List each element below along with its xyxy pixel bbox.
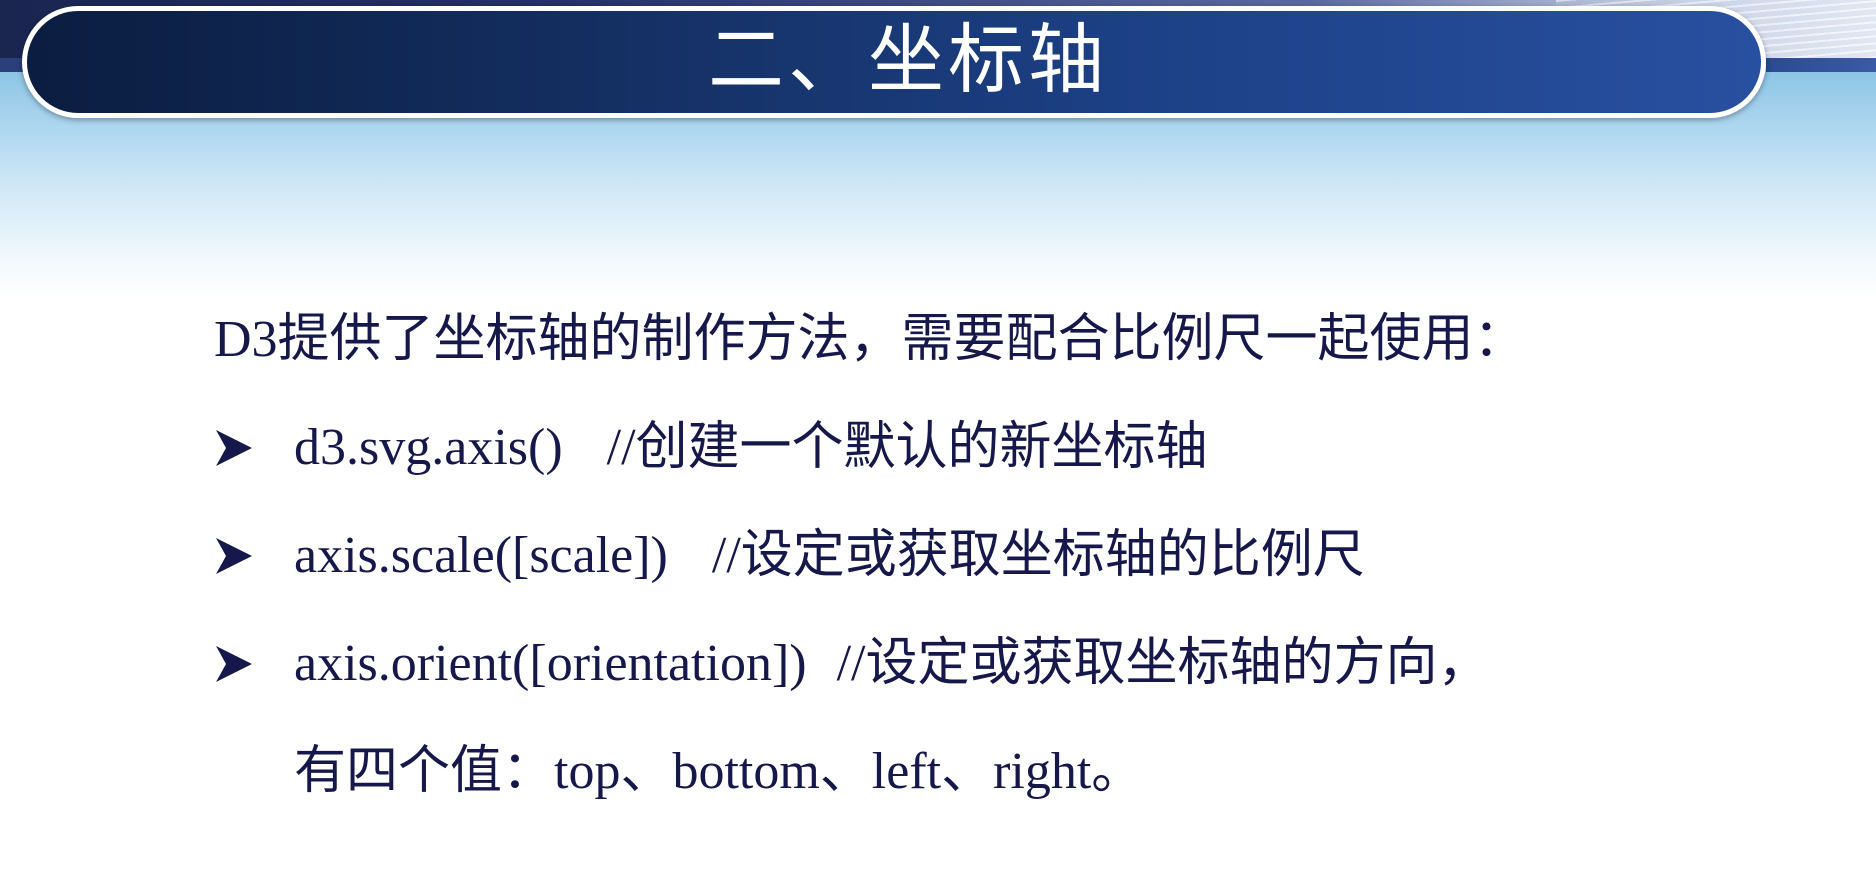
title-bar: 二、坐标轴 [22,6,1766,118]
bullet-item: axis.scale([scale]) //设定或获取坐标轴的比例尺 [214,530,1365,582]
bullet-continuation: 有四个值：top、bottom、left、right。 [294,743,1144,800]
bullet-code: d3.svg.axis() [294,419,563,476]
slide-title: 二、坐标轴 [708,15,1108,104]
arrowhead-bullet-icon [214,427,294,469]
slide: 二、坐标轴 D3提供了坐标轴的制作方法，需要配合比例尺一起使用： d3.svg.… [0,0,1876,882]
bullet-comment: //设定或获取坐标轴的比例尺 [711,527,1365,584]
bullet-comment: //创建一个默认的新坐标轴 [606,419,1208,476]
arrowhead-bullet-icon [214,643,294,685]
right-accent-stripe [1766,58,1876,72]
bullet-code: axis.orient([orientation]) [294,635,807,692]
bullet-code: axis.scale([scale]) [294,527,668,584]
intro-text: D3提供了坐标轴的制作方法，需要配合比例尺一起使用： [214,311,1526,368]
bullet-item: axis.orient([orientation]) //设定或获取坐标轴的方向… [214,638,1490,690]
bullet-item: d3.svg.axis() //创建一个默认的新坐标轴 [214,422,1208,474]
arrowhead-bullet-icon [214,535,294,577]
bullet-comment: //设定或获取坐标轴的方向， [836,635,1490,692]
